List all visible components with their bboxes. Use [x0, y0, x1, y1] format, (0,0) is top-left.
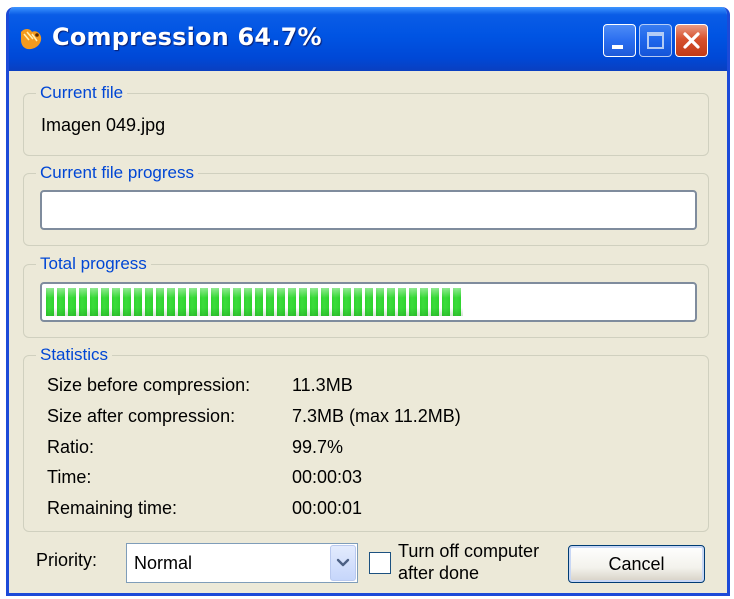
current-file-progress-bar — [40, 190, 697, 230]
stat-label-size-before: Size before compression: — [47, 375, 251, 395]
stat-value-size-before: 11.3MB — [292, 375, 353, 395]
stat-value-ratio: 99.7% — [292, 437, 344, 457]
minimize-button[interactable] — [603, 24, 636, 57]
close-icon — [683, 32, 700, 49]
maximize-button[interactable] — [639, 24, 672, 57]
turn-off-label[interactable]: Turn off computer after done — [398, 540, 568, 584]
total-progress-shade — [46, 288, 464, 316]
maximize-icon — [647, 32, 664, 49]
priority-label: Priority: — [36, 550, 98, 570]
title-bar[interactable]: Compression 64.7% — [9, 7, 727, 71]
total-progress-fill — [46, 288, 464, 316]
current-file-name: Imagen 049.jpg — [41, 115, 166, 135]
priority-dropdown-button[interactable] — [330, 545, 356, 581]
priority-select[interactable]: Normal — [126, 543, 358, 583]
stat-value-size-after: 7.3MB (max 11.2MB) — [292, 406, 461, 426]
stat-label-ratio: Ratio: — [47, 437, 95, 457]
cancel-button[interactable]: Cancel — [568, 545, 705, 583]
priority-select-value: Normal — [134, 553, 193, 573]
total-progress-bar — [40, 282, 697, 322]
stat-value-remaining: 00:00:01 — [292, 498, 363, 518]
stat-value-time: 00:00:03 — [292, 467, 363, 487]
current-file-progress-label: Current file progress — [36, 162, 199, 184]
stat-label-remaining: Remaining time: — [47, 498, 178, 518]
chevron-down-icon — [336, 558, 350, 567]
app-icon — [21, 29, 42, 50]
close-button[interactable] — [675, 24, 708, 57]
total-progress-label: Total progress — [36, 253, 151, 275]
minimize-icon — [612, 45, 623, 49]
stat-label-size-after: Size after compression: — [47, 406, 236, 426]
stat-label-time: Time: — [47, 467, 92, 487]
window-title: Compression 64.7% — [52, 23, 322, 51]
statistics-group-label: Statistics — [36, 344, 113, 366]
turn-off-checkbox[interactable] — [369, 552, 391, 574]
current-file-group-label: Current file — [36, 82, 128, 104]
